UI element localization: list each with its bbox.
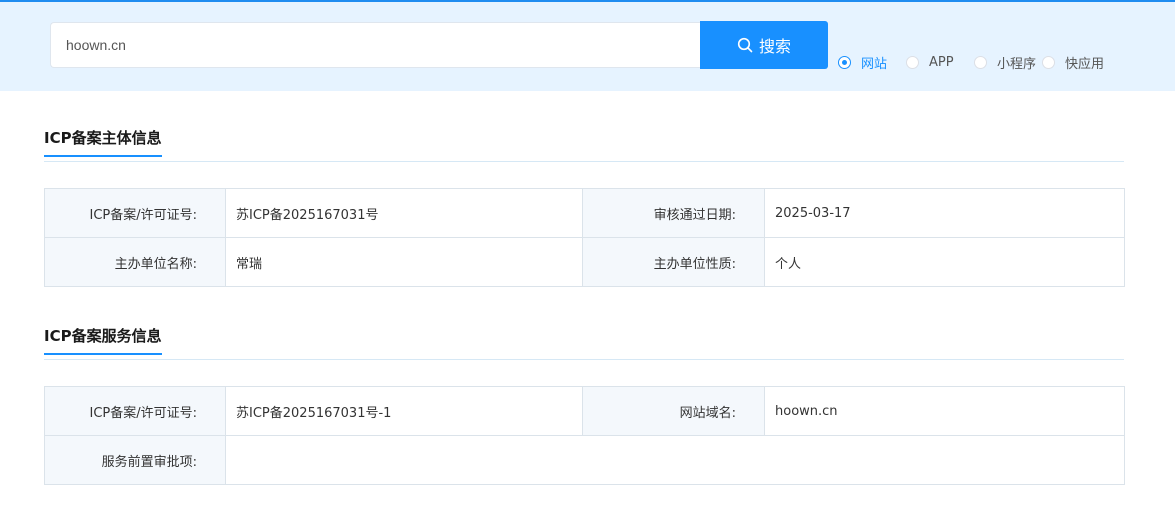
radio-dot[interactable]: [974, 55, 987, 69]
radio-dot[interactable]: [838, 55, 851, 69]
radio-website[interactable]: 网站: [838, 52, 887, 72]
service-license-value: 苏ICP备2025167031号-1: [225, 386, 583, 436]
license-number-label: ICP备案/许可证号:: [44, 188, 226, 238]
table-row: 主办单位名称: 常瑞 主办单位性质: 个人: [44, 237, 1125, 287]
table-row: 服务前置审批项:: [44, 435, 1125, 485]
approval-date-value: 2025-03-17: [764, 188, 1125, 238]
search-button[interactable]: 搜索: [700, 21, 828, 69]
pre-approval-label: 服务前置审批项:: [44, 435, 226, 485]
approval-date-label: 审核通过日期:: [582, 188, 765, 238]
radio-quickapp[interactable]: 快应用: [1042, 52, 1104, 72]
organizer-name-label: 主办单位名称:: [44, 237, 226, 287]
section-divider: [44, 161, 1124, 162]
service-license-label: ICP备案/许可证号:: [44, 386, 226, 436]
pre-approval-value: [225, 435, 1125, 485]
radio-label: APP: [929, 54, 954, 70]
top-accent-line: [0, 0, 1175, 2]
organizer-name-value: 常瑞: [225, 237, 583, 287]
domain-label: 网站域名:: [582, 386, 765, 436]
table-row: ICP备案/许可证号: 苏ICP备2025167031号-1 网站域名: hoo…: [44, 386, 1125, 436]
search-input[interactable]: [50, 22, 702, 68]
section-divider: [44, 359, 1124, 360]
subject-info-title: ICP备案主体信息: [44, 127, 162, 157]
subject-info-table: ICP备案/许可证号: 苏ICP备2025167031号 审核通过日期: 202…: [44, 188, 1125, 287]
radio-dot[interactable]: [906, 55, 919, 69]
radio-label: 网站: [861, 56, 888, 72]
service-info-table: ICP备案/许可证号: 苏ICP备2025167031号-1 网站域名: hoo…: [44, 386, 1125, 485]
organizer-type-value: 个人: [764, 237, 1125, 287]
table-row: ICP备案/许可证号: 苏ICP备2025167031号 审核通过日期: 202…: [44, 188, 1125, 238]
organizer-type-label: 主办单位性质:: [582, 237, 765, 287]
license-number-value: 苏ICP备2025167031号: [225, 188, 583, 238]
domain-value: hoown.cn: [764, 386, 1125, 436]
radio-label: 快应用: [1065, 56, 1105, 72]
radio-dot[interactable]: [1042, 55, 1055, 69]
search-button-label: 搜索: [758, 37, 791, 56]
radio-app[interactable]: APP: [906, 52, 954, 72]
radio-miniprogram[interactable]: 小程序: [974, 52, 1036, 72]
radio-label: 小程序: [997, 56, 1037, 72]
service-info-title: ICP备案服务信息: [44, 325, 162, 355]
search-icon: [737, 37, 753, 53]
